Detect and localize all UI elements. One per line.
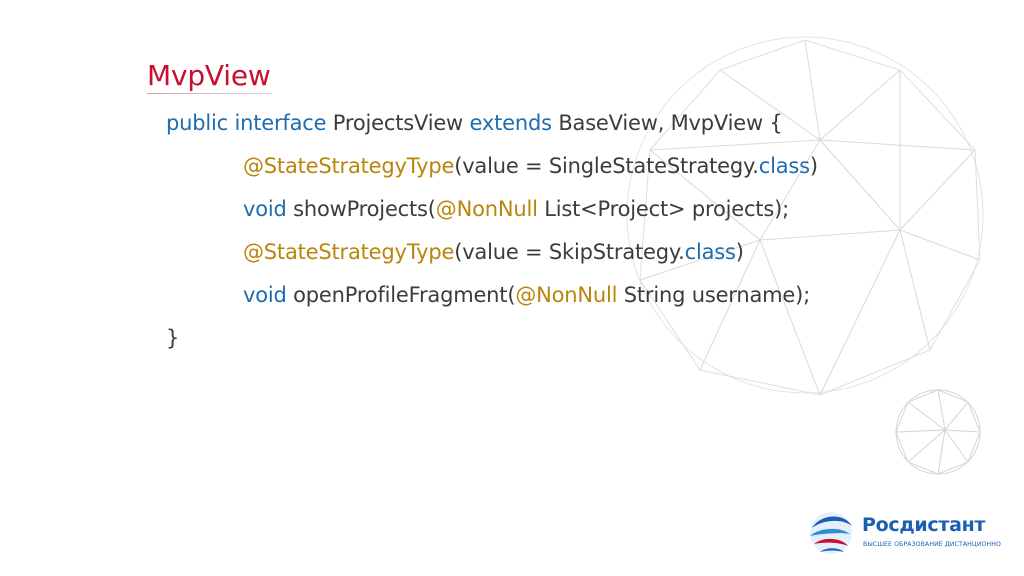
logo-tagline: ВЫСШЕЕ ОБРАЗОВАНИЕ ДИСТАНЦИОННО [863, 541, 1002, 548]
code-token: BaseView, MvpView { [551, 111, 783, 135]
code-token: String username); [617, 283, 810, 307]
code-token: extends [469, 111, 553, 135]
code-token: void [243, 283, 287, 307]
slide-title: MvpView [147, 59, 271, 92]
logo-name: Росдистант [862, 514, 986, 536]
code-token: List<Project> projects); [537, 197, 789, 221]
code-token: public interface [166, 111, 327, 135]
code-token: @NonNull [435, 197, 538, 221]
code-line-interface-declaration: public interface ProjectsView extends Ba… [166, 108, 783, 138]
code-token: (value = SkipStrategy. [454, 240, 685, 264]
globe-swirl-logo-icon [810, 512, 852, 554]
code-line-show-projects: void showProjects(@NonNull List<Project>… [243, 194, 789, 224]
code-token: } [166, 326, 180, 350]
code-token: @NonNull [515, 283, 618, 307]
code-token: showProjects( [286, 197, 436, 221]
code-token: (value = SingleStateStrategy. [454, 154, 759, 178]
code-token: ) [809, 154, 818, 178]
code-token: class [684, 240, 736, 264]
code-line-state-strategy-skip: @StateStrategyType(value = SkipStrategy.… [243, 237, 744, 267]
code-token: ProjectsView [326, 111, 470, 135]
code-token: ) [735, 240, 744, 264]
code-token: @StateStrategyType [243, 240, 455, 264]
rosdistant-logo: Росдистант ВЫСШЕЕ ОБРАЗОВАНИЕ ДИСТАНЦИОН… [806, 508, 1001, 560]
code-line-closing-brace: } [166, 323, 179, 353]
code-line-state-strategy-single: @StateStrategyType(value = SingleStateSt… [243, 151, 818, 181]
code-token: openProfileFragment( [286, 283, 516, 307]
title-underline [147, 93, 272, 94]
code-token: class [758, 154, 810, 178]
code-token: @StateStrategyType [243, 154, 455, 178]
code-token: void [243, 197, 287, 221]
code-line-open-profile-fragment: void openProfileFragment(@NonNull String… [243, 280, 810, 310]
